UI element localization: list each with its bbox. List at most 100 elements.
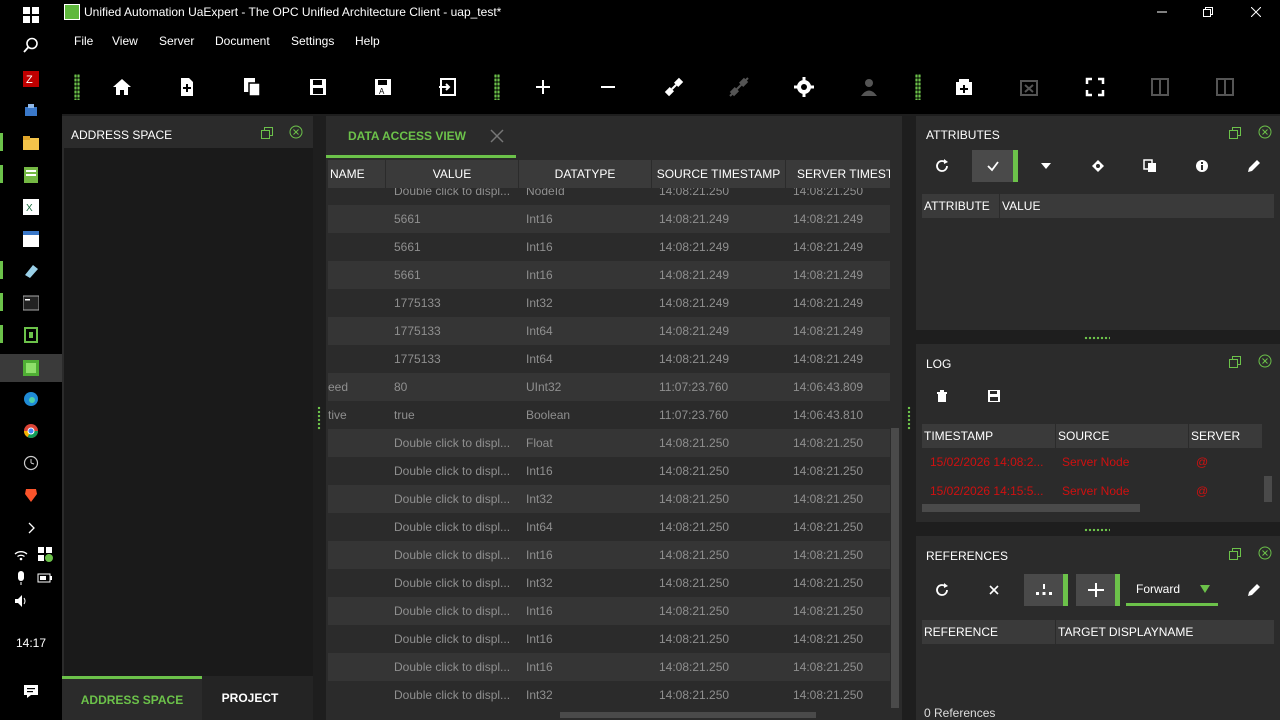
- settings-gear-icon[interactable]: [791, 74, 817, 100]
- column-header-server[interactable]: SERVER: [1189, 424, 1262, 448]
- file-explorer-icon[interactable]: [18, 130, 44, 156]
- close-tab-icon[interactable]: [490, 129, 504, 146]
- close-icon[interactable]: [1244, 2, 1268, 22]
- taskbar-clock[interactable]: 14:17: [0, 636, 62, 650]
- save-icon[interactable]: [305, 74, 331, 100]
- copy-icon[interactable]: [1132, 150, 1168, 182]
- battery-icon[interactable]: [32, 565, 58, 591]
- splitter-handle[interactable]: [317, 406, 321, 430]
- table-row[interactable]: 5661 Int16 14:08:21.249 14:08:21.249: [328, 205, 890, 233]
- table-row[interactable]: 5661 Int16 14:08:21.249 14:08:21.249: [328, 261, 890, 289]
- splitter-handle[interactable]: [1084, 528, 1110, 532]
- table-row[interactable]: 5661 Int16 14:08:21.249 14:08:21.249: [328, 233, 890, 261]
- close-panel-icon[interactable]: [1258, 354, 1272, 368]
- table-row[interactable]: Double click to displ... Int16 14:08:21.25…: [328, 457, 890, 485]
- column-header-attribute[interactable]: ATTRIBUTE: [922, 194, 1000, 218]
- table-row[interactable]: Double click to displ... Int32 14:08:21.25…: [328, 569, 890, 597]
- float-panel-icon[interactable]: [1228, 126, 1242, 140]
- toolbar-grip[interactable]: [915, 74, 921, 100]
- column-header-value[interactable]: VALUE: [386, 160, 519, 188]
- security-shield-icon[interactable]: [32, 541, 58, 567]
- scrollbar-thumb[interactable]: [560, 712, 816, 718]
- checkmark-toggle-icon[interactable]: [972, 150, 1018, 182]
- network-tool-icon[interactable]: [18, 98, 44, 124]
- refresh-icon[interactable]: [924, 574, 960, 606]
- log-row[interactable]: 15/02/2026 14:15:5... Server Node @: [922, 477, 1262, 505]
- table-row[interactable]: 1775133 Int64 14:08:21.249 14:08:21.249: [328, 317, 890, 345]
- scrollbar-thumb[interactable]: [891, 428, 899, 708]
- filezilla-icon[interactable]: Z: [18, 66, 44, 92]
- tab-data-access-view[interactable]: DATA ACCESS VIEW: [326, 116, 516, 158]
- add-server-icon[interactable]: [530, 74, 556, 100]
- toolbar-grip[interactable]: [494, 74, 500, 100]
- table-row[interactable]: Double click to displ... Int32 14:08:21.25…: [328, 681, 890, 709]
- dropdown-arrow-icon[interactable]: [1028, 150, 1064, 182]
- connect-icon[interactable]: [661, 74, 687, 100]
- notifications-icon[interactable]: [18, 678, 44, 704]
- notepad-icon[interactable]: [18, 162, 44, 188]
- float-panel-icon[interactable]: [260, 126, 274, 140]
- fullscreen-icon[interactable]: [1082, 74, 1108, 100]
- edit-pencil-icon[interactable]: [1236, 150, 1272, 182]
- menu-settings[interactable]: Settings: [291, 34, 334, 48]
- column-header-name[interactable]: NAME: [328, 160, 386, 188]
- menu-help[interactable]: Help: [355, 34, 380, 48]
- structure-toggle-icon[interactable]: [1076, 574, 1120, 606]
- diamond-icon[interactable]: [1080, 150, 1116, 182]
- menu-view[interactable]: View: [112, 34, 138, 48]
- save-as-icon[interactable]: A: [370, 74, 396, 100]
- column-header-timestamp[interactable]: TIMESTAMP: [922, 424, 1056, 448]
- address-space-tree[interactable]: [64, 148, 313, 678]
- close-panel-icon[interactable]: [1258, 546, 1272, 560]
- table-row[interactable]: Double click to displ... Int16 14:08:21.25…: [328, 653, 890, 681]
- search-icon[interactable]: [18, 32, 44, 58]
- table-row[interactable]: Double click to displ... Int16 14:08:21.25…: [328, 541, 890, 569]
- table-row[interactable]: Double click to displ... Int64 14:08:21.25…: [328, 513, 890, 541]
- remove-server-icon[interactable]: [595, 74, 621, 100]
- uaexpert-green-icon[interactable]: [18, 322, 44, 348]
- log-horizontal-scrollbar[interactable]: [922, 504, 1140, 512]
- terminal-icon[interactable]: [18, 290, 44, 316]
- log-row[interactable]: 15/02/2026 14:08:2... Server Node @: [922, 448, 1262, 476]
- chrome-browser-icon[interactable]: [18, 418, 44, 444]
- direction-dropdown[interactable]: Forward: [1126, 574, 1218, 606]
- column-header-datatype[interactable]: DATATYPE: [519, 160, 652, 188]
- float-panel-icon[interactable]: [1228, 355, 1242, 369]
- splitter-handle[interactable]: [907, 406, 911, 430]
- save-log-icon[interactable]: [976, 380, 1012, 412]
- column-header-target-displayname[interactable]: TARGET DISPLAYNAME: [1056, 620, 1274, 644]
- new-document-icon[interactable]: [174, 74, 200, 100]
- float-panel-icon[interactable]: [1228, 547, 1242, 561]
- restore-icon[interactable]: [1196, 2, 1220, 22]
- clock-app-icon[interactable]: [18, 450, 44, 476]
- clear-x-icon[interactable]: [976, 574, 1012, 606]
- eraser-tool-icon[interactable]: [18, 258, 44, 284]
- table-row[interactable]: 1775133 Int64 14:08:21.249 14:08:21.249: [328, 345, 890, 373]
- toolbar-grip[interactable]: [74, 74, 80, 100]
- table-row[interactable]: eed 80 UInt32 11:07:23.760 14:06:43.809: [328, 373, 890, 401]
- table-row[interactable]: Double click to displ... Int16 14:08:21.25…: [328, 625, 890, 653]
- add-document-icon[interactable]: [951, 74, 977, 100]
- trash-icon[interactable]: [924, 380, 960, 412]
- column-header-server-timestamp[interactable]: SERVER TIMESTA: [786, 160, 890, 188]
- hierarchy-toggle-icon[interactable]: [1024, 574, 1068, 606]
- brave-browser-icon[interactable]: [18, 482, 44, 508]
- info-icon[interactable]: [1184, 150, 1220, 182]
- vertical-scrollbar[interactable]: [890, 160, 900, 710]
- wifi-icon[interactable]: [8, 541, 34, 567]
- excel-icon[interactable]: X: [18, 194, 44, 220]
- uaexpert-active-icon[interactable]: [0, 354, 62, 382]
- column-header-reference[interactable]: REFERENCE: [922, 620, 1056, 644]
- edge-browser-icon[interactable]: [18, 386, 44, 412]
- calendar-app-icon[interactable]: [18, 226, 44, 252]
- export-icon[interactable]: [435, 74, 461, 100]
- speaker-icon[interactable]: [8, 588, 34, 614]
- table-row[interactable]: tive true Boolean 11:07:23.760 14:06:43.810: [328, 401, 890, 429]
- tab-project[interactable]: PROJECT: [180, 676, 320, 720]
- column-header-source[interactable]: SOURCE: [1056, 424, 1189, 448]
- table-row[interactable]: Double click to displ... Float 14:08:21.25…: [328, 429, 890, 457]
- menu-document[interactable]: Document: [215, 34, 270, 48]
- windows-start-icon[interactable]: [18, 2, 44, 28]
- open-document-icon[interactable]: [239, 74, 265, 100]
- close-panel-icon[interactable]: [1258, 125, 1272, 139]
